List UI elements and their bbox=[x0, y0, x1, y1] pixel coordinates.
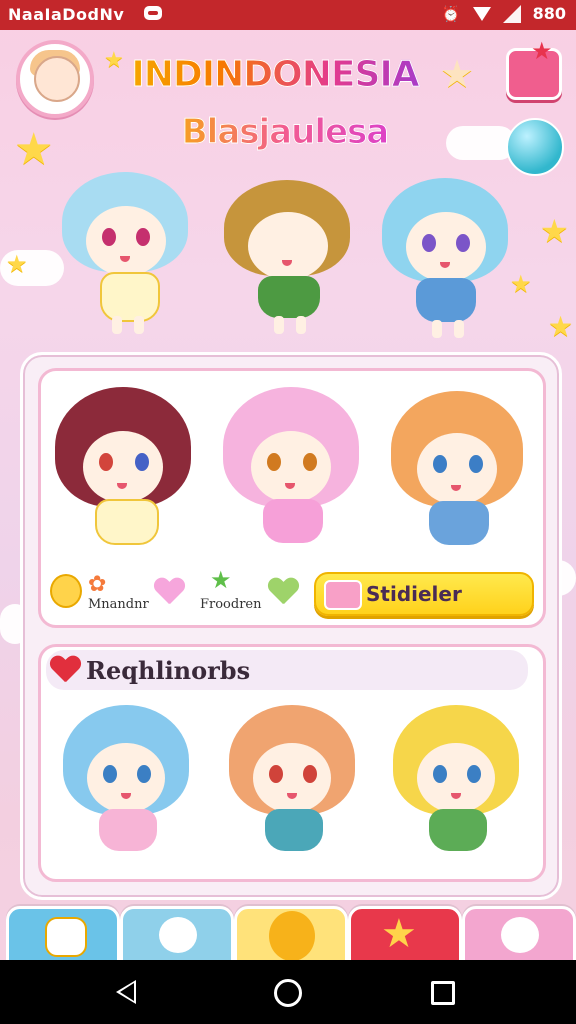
system-nav-bar bbox=[0, 960, 576, 1024]
flower-icon: ✿ bbox=[88, 572, 107, 597]
bear-icon[interactable] bbox=[50, 574, 82, 608]
character-blue-twin-girl[interactable] bbox=[63, 705, 193, 865]
character-face bbox=[248, 212, 328, 280]
app-title: INDINDONESIA bbox=[110, 54, 440, 96]
character-peach-girl[interactable] bbox=[229, 705, 359, 865]
character-eye bbox=[467, 765, 481, 783]
featured-label-1: Mnandnr bbox=[88, 597, 149, 612]
gift-box-icon bbox=[324, 580, 362, 610]
character-face bbox=[417, 433, 497, 505]
profile-avatar[interactable] bbox=[16, 40, 94, 118]
character-eye bbox=[469, 455, 483, 473]
recents-icon[interactable] bbox=[431, 981, 455, 1005]
tab-bear[interactable] bbox=[462, 906, 576, 968]
character-body bbox=[99, 809, 157, 851]
character-leg bbox=[112, 316, 122, 334]
character-red-hair-girl[interactable] bbox=[55, 387, 195, 557]
bubble-icon[interactable] bbox=[506, 118, 564, 176]
alarm-icon: ⏰ bbox=[441, 4, 461, 23]
star-decoration: ★ bbox=[510, 270, 532, 298]
star-icon: ★ bbox=[210, 566, 232, 594]
heart-icon-red bbox=[50, 656, 80, 686]
tab-balloon[interactable] bbox=[234, 906, 348, 968]
character-aqua-girl[interactable] bbox=[382, 178, 512, 338]
character-leg bbox=[296, 316, 306, 334]
character-eye bbox=[303, 765, 317, 783]
character-body bbox=[100, 272, 160, 322]
character-body bbox=[416, 278, 476, 322]
character-eye bbox=[99, 453, 113, 471]
bear-icon bbox=[501, 917, 539, 953]
status-app-title: NaaIaDodNv bbox=[8, 5, 125, 24]
character-leg bbox=[134, 316, 144, 334]
star-decoration: ★ bbox=[548, 310, 574, 343]
character-eye bbox=[103, 765, 117, 783]
mascot-icon bbox=[159, 917, 197, 953]
character-eye bbox=[456, 234, 470, 252]
character-body bbox=[429, 809, 487, 851]
character-body bbox=[258, 276, 320, 318]
avatar-face bbox=[34, 56, 80, 102]
character-face bbox=[251, 431, 331, 503]
character-blue-girl[interactable] bbox=[62, 172, 192, 338]
section-title: Reqhlinorbs bbox=[86, 656, 251, 685]
character-leg bbox=[454, 320, 464, 338]
character-face bbox=[253, 743, 331, 813]
tab-cake[interactable] bbox=[6, 906, 120, 968]
character-pink-hair-girl[interactable] bbox=[223, 387, 363, 557]
star-decoration: ★ bbox=[14, 124, 54, 175]
character-eye bbox=[136, 228, 150, 246]
character-face bbox=[417, 743, 495, 813]
character-body bbox=[263, 499, 323, 543]
character-brown-boy[interactable] bbox=[224, 180, 354, 340]
notification-icon bbox=[144, 6, 162, 20]
bottom-tab-bar: ★ bbox=[0, 900, 576, 968]
star-decoration: ★ bbox=[440, 52, 475, 96]
wifi-icon bbox=[472, 6, 491, 21]
heart-icon-pink[interactable] bbox=[154, 578, 184, 608]
character-body bbox=[95, 499, 159, 545]
character-body bbox=[265, 809, 323, 851]
character-eye bbox=[135, 453, 149, 471]
character-eye bbox=[137, 765, 151, 783]
status-right: ⏰ 880 bbox=[442, 4, 566, 23]
cake-icon bbox=[45, 917, 87, 957]
tab-mascot[interactable] bbox=[120, 906, 234, 968]
back-icon[interactable] bbox=[116, 980, 136, 1004]
character-face bbox=[86, 206, 166, 276]
section-header: Reqhlinorbs bbox=[46, 650, 528, 690]
character-eye bbox=[433, 765, 447, 783]
featured-action-label: Stidieler bbox=[366, 582, 462, 606]
character-eye bbox=[303, 453, 317, 471]
character-blonde-girl[interactable] bbox=[393, 705, 523, 865]
battery-text: 880 bbox=[532, 4, 566, 23]
character-leg bbox=[432, 320, 442, 338]
balloon-icon bbox=[269, 911, 315, 961]
home-icon[interactable] bbox=[274, 979, 302, 1007]
character-leg bbox=[274, 316, 284, 334]
featured-label-2: Froodren bbox=[200, 597, 262, 612]
app-subtitle: Blasjaulesa bbox=[150, 112, 420, 153]
character-eye bbox=[433, 455, 447, 473]
character-face bbox=[87, 743, 165, 813]
gift-icon[interactable] bbox=[506, 37, 562, 100]
star-decoration: ★ bbox=[540, 212, 569, 250]
character-face bbox=[83, 431, 163, 503]
character-eye bbox=[102, 228, 116, 246]
character-eye bbox=[267, 453, 281, 471]
signal-icon bbox=[502, 4, 521, 23]
status-bar: NaaIaDodNv ⏰ 880 bbox=[0, 0, 576, 30]
character-eye bbox=[422, 234, 436, 252]
character-body bbox=[429, 501, 489, 545]
heart-icon-green[interactable] bbox=[268, 578, 298, 608]
featured-action-button[interactable]: Stidieler bbox=[314, 572, 534, 616]
character-face bbox=[406, 212, 486, 282]
character-orange-hair-girl[interactable] bbox=[391, 391, 531, 561]
star-decoration: ★ bbox=[6, 250, 28, 278]
star-icon: ★ bbox=[381, 911, 417, 957]
tab-star[interactable]: ★ bbox=[348, 906, 462, 968]
character-eye bbox=[269, 765, 283, 783]
